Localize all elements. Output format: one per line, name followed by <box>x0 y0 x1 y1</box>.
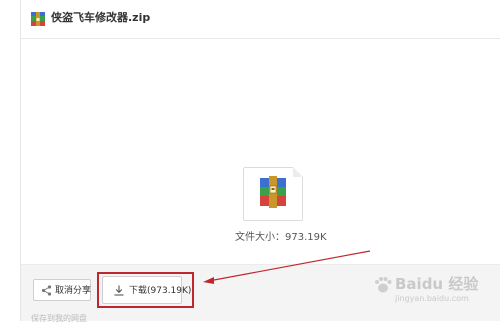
watermark-logo-text: Baidu 经验 <box>395 275 479 293</box>
download-button[interactable]: 下载(973.19K) <box>102 276 191 304</box>
archive-file-icon <box>260 176 286 208</box>
cancel-share-label: 取消分享 <box>55 286 92 296</box>
zip-archive-icon <box>31 12 45 26</box>
file-name: 侠盗飞车修改器.zip <box>51 11 151 24</box>
paw-logo-icon <box>375 277 392 293</box>
baidu-watermark: Baidu 经验 jingyan.baidu.com <box>365 273 495 313</box>
page-fold <box>293 167 303 177</box>
file-preview-area: 文件大小：973.19K <box>21 39 500 264</box>
watermark-url: jingyan.baidu.com <box>395 294 469 303</box>
share-icon <box>41 285 52 296</box>
save-to-disk-link[interactable]: 保存到我的网盘 <box>31 313 87 324</box>
cancel-share-button[interactable]: 取消分享 <box>33 279 91 301</box>
file-header: 侠盗飞车修改器.zip <box>21 0 500 39</box>
download-icon <box>114 285 124 296</box>
file-size-label: 文件大小：973.19K <box>235 232 327 243</box>
download-label: 下载(973.19K) <box>129 286 192 296</box>
file-thumbnail <box>243 167 303 221</box>
